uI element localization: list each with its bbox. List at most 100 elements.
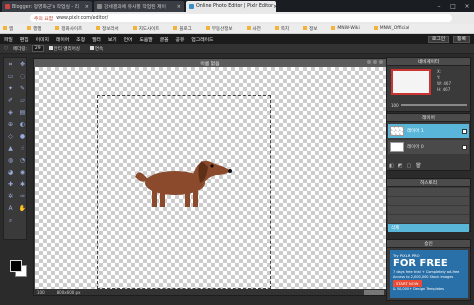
hand-tool-icon[interactable]: ✋: [17, 203, 28, 214]
smudge-tool-icon[interactable]: ☝: [17, 143, 28, 154]
drawing-tool-icon[interactable]: ◇: [5, 131, 16, 142]
bookmark[interactable]: 앱: [3, 26, 20, 32]
sharpen-tool-icon[interactable]: ▲: [5, 143, 16, 154]
bookmark[interactable]: 정화사이즈: [55, 26, 89, 32]
menu-layer[interactable]: 레이어: [56, 36, 69, 43]
sponge-tool-icon[interactable]: ◍: [5, 155, 16, 166]
ad-headline: FOR FREE: [393, 258, 448, 269]
history-item-selected[interactable]: 삭제: [388, 224, 469, 232]
zoom-track[interactable]: [400, 104, 467, 106]
ad-line2: Access to 2,000,000 Stock Images: [393, 274, 454, 279]
colorreplace-tool-icon[interactable]: ◐: [17, 119, 28, 130]
lasso-option-icon: ◌: [4, 46, 8, 51]
new-layer-icon[interactable]: ▢: [406, 163, 411, 169]
menu-image[interactable]: 이미지: [36, 36, 49, 43]
redeye-tool-icon[interactable]: ◉: [17, 167, 28, 178]
document-titlebar: 이름 없음: [34, 59, 386, 67]
history-title: 히스토리: [387, 179, 470, 187]
doc-minimize-icon[interactable]: [367, 60, 371, 64]
crop-tool-icon[interactable]: ⌗: [5, 59, 16, 70]
doc-maximize-icon[interactable]: [373, 60, 377, 64]
blur-tool-icon[interactable]: ●: [17, 131, 28, 142]
bucket-tool-icon[interactable]: ◈: [5, 107, 16, 118]
menu-view[interactable]: 보기: [108, 36, 117, 43]
close-tab-icon[interactable]: ×: [85, 4, 89, 10]
layer-style-icon[interactable]: ◧: [389, 163, 394, 169]
menu-language[interactable]: 언어: [124, 36, 133, 43]
history-item[interactable]: [388, 206, 469, 214]
marquee-tool-icon[interactable]: ▭: [5, 71, 16, 82]
bookmark[interactable]: 정보라서: [96, 26, 126, 32]
pixlr-pro-ad[interactable]: Try PIXLR PRO FOR FREE 7 days free trial…: [390, 250, 468, 298]
layer-row[interactable]: 레이어 0: [388, 140, 469, 154]
resize-handle[interactable]: [364, 290, 384, 295]
gradient-tool-icon[interactable]: ▤: [17, 107, 28, 118]
bookmark[interactable]: MNW-Wiki: [331, 25, 366, 31]
smooth-checkbox[interactable]: 연속: [89, 46, 108, 52]
signup-button[interactable]: 등록: [453, 35, 470, 43]
visibility-checkbox[interactable]: [462, 128, 467, 134]
navigator-thumbnail[interactable]: [391, 69, 431, 95]
zoom-tool-icon[interactable]: ⌕: [5, 215, 16, 226]
bookmark[interactable]: 블로그: [173, 26, 198, 32]
browser-tab-active[interactable]: Online Photo Editor | Pixlr Editor ×: [186, 1, 276, 12]
bookmark[interactable]: 부동산정보: [205, 26, 240, 32]
history-item[interactable]: [388, 215, 469, 223]
history-item[interactable]: [388, 197, 469, 205]
url-text: www.pixlr.com/editor/: [56, 15, 109, 21]
login-button[interactable]: 로그인: [427, 35, 450, 43]
image-canvas[interactable]: [35, 67, 386, 291]
url-field[interactable]: 주의 요함 www.pixlr.com/editor/: [30, 14, 452, 22]
folder-icon: [303, 26, 308, 30]
close-tab-icon[interactable]: ×: [273, 4, 276, 10]
menu-share[interactable]: 공유: [176, 36, 185, 43]
pencil-tool-icon[interactable]: ✎: [17, 83, 28, 94]
layers-title: 레이어: [387, 114, 470, 122]
menu-edit[interactable]: 편집: [20, 36, 29, 43]
brush-tool-icon[interactable]: ✐: [5, 95, 16, 106]
browser-tab[interactable]: 강세결과에 유사할 작업된 제이 ×: [94, 1, 184, 12]
folder-icon: [27, 26, 32, 30]
close-tab-icon[interactable]: ×: [177, 4, 181, 10]
bookmark[interactable]: 행행: [27, 26, 48, 32]
menu-help[interactable]: 도움말: [139, 36, 152, 43]
spot-heal-tool-icon[interactable]: ✚: [5, 179, 16, 190]
bookmarks-bar: 앱 행행 정화사이즈 정보라서 지도사이트 블로그 부동산정보 사전 쪽지 정보…: [0, 24, 474, 34]
pinch-tool-icon[interactable]: ✲: [5, 191, 16, 202]
menu-file[interactable]: 파일: [4, 36, 13, 43]
eraser-tool-icon[interactable]: ▱: [17, 95, 28, 106]
move-tool-icon[interactable]: ✥: [17, 59, 28, 70]
bookmark[interactable]: MNW_Official: [373, 25, 417, 31]
burn-tool-icon[interactable]: ◕: [5, 167, 16, 178]
bookmark[interactable]: 쪽지: [274, 26, 296, 32]
layer-row[interactable]: 레이어 1: [388, 124, 469, 138]
stamp-tool-icon[interactable]: ⊕: [5, 119, 16, 130]
menu-adjust[interactable]: 조정: [76, 36, 85, 43]
menu-filter[interactable]: 필터: [92, 36, 101, 43]
folder-icon: [246, 26, 251, 30]
foreground-color-swatch[interactable]: [10, 260, 22, 272]
doc-close-icon[interactable]: [379, 60, 383, 64]
bloat-tool-icon[interactable]: ✱: [17, 179, 28, 190]
bookmark[interactable]: 사전: [246, 26, 268, 32]
menu-upgrade[interactable]: 업그레이드: [191, 36, 213, 43]
colorpicker-tool-icon[interactable]: ✑: [17, 191, 28, 202]
ad-cta-button[interactable]: START NOW: [393, 280, 422, 287]
dodge-tool-icon[interactable]: ◔: [17, 155, 28, 166]
history-item[interactable]: [388, 188, 469, 196]
visibility-checkbox[interactable]: [462, 144, 467, 150]
delete-layer-icon[interactable]: 🗑: [415, 163, 421, 169]
feather-input[interactable]: 29: [31, 45, 44, 52]
bookmark[interactable]: 지도사이트: [132, 26, 167, 32]
text-tool-icon[interactable]: A: [5, 203, 16, 214]
menu-font[interactable]: 글꼴: [160, 36, 169, 43]
mask-icon[interactable]: ◩: [398, 163, 403, 169]
layer-thumbnail: [390, 126, 404, 136]
minimize-icon[interactable]: –: [432, 3, 446, 10]
bookmark[interactable]: 정보: [303, 26, 324, 32]
lasso-tool-icon[interactable]: ◌: [17, 71, 28, 82]
antialias-checkbox[interactable]: 안티 앨리어싱: [48, 46, 85, 52]
zoom-slider[interactable]: 100: [391, 102, 467, 108]
wand-tool-icon[interactable]: ✦: [5, 83, 16, 94]
history-panel: 히스토리 삭제: [386, 178, 471, 232]
